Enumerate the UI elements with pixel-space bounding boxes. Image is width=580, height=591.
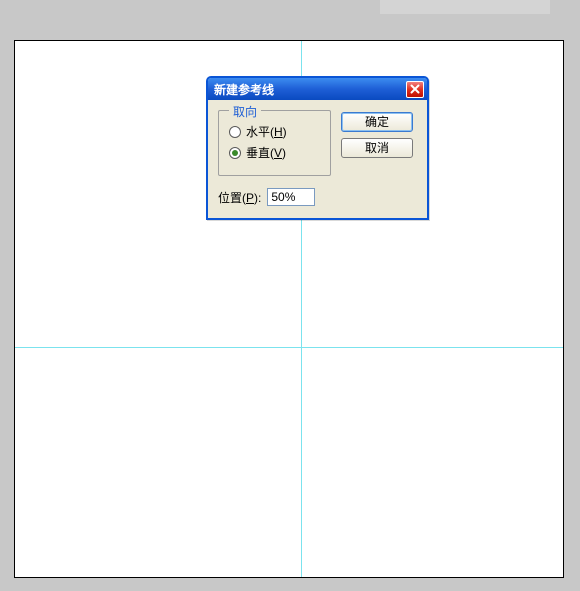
- ok-button[interactable]: 确定: [341, 112, 413, 132]
- radio-horizontal[interactable]: 水平(H): [229, 123, 320, 140]
- dialog-titlebar[interactable]: 新建参考线: [208, 78, 427, 100]
- position-row: 位置(P):: [208, 188, 427, 218]
- orientation-fieldset: 取向 水平(H) 垂直(V): [218, 110, 331, 176]
- orientation-legend: 取向: [229, 103, 261, 120]
- dialog-buttons-col: 确定 取消: [341, 112, 413, 158]
- cancel-button[interactable]: 取消: [341, 138, 413, 158]
- dialog-title: 新建参考线: [214, 81, 274, 98]
- tool-options-strip: [380, 0, 550, 14]
- radio-vertical-label: 垂直(V): [246, 144, 286, 161]
- radio-vertical[interactable]: 垂直(V): [229, 144, 320, 161]
- dialog-body: 取向 水平(H) 垂直(V) 确定 取消: [208, 100, 427, 188]
- new-guide-dialog: 新建参考线 取向 水平(H) 垂直(V) 确定 取消 位置(P):: [206, 76, 429, 220]
- close-icon: [410, 84, 420, 94]
- radio-horizontal-label: 水平(H): [246, 123, 287, 140]
- close-button[interactable]: [406, 81, 424, 98]
- position-input[interactable]: [267, 188, 315, 206]
- radio-icon: [229, 147, 241, 159]
- position-label: 位置(P):: [218, 189, 261, 206]
- radio-icon: [229, 126, 241, 138]
- horizontal-guide: [15, 347, 563, 348]
